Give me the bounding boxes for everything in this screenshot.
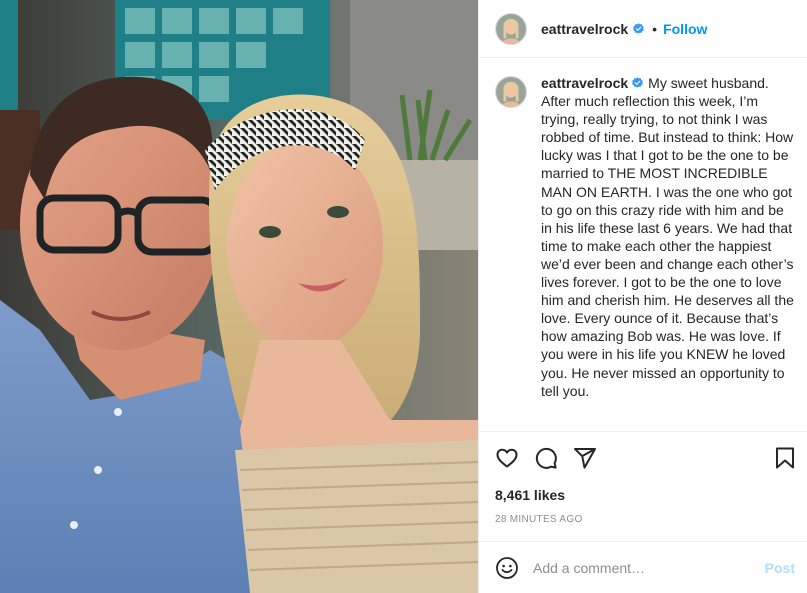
comment-input[interactable] <box>533 559 765 576</box>
header-separator: • <box>652 20 658 37</box>
caption-section: eattravelrock My sweet husband. After muc… <box>479 58 807 432</box>
caption-username[interactable]: eattravelrock <box>541 75 628 91</box>
verified-badge-icon <box>632 22 645 35</box>
avatar[interactable] <box>495 12 527 45</box>
post-photo[interactable] <box>0 0 478 593</box>
header-username[interactable]: eattravelrock <box>541 21 628 37</box>
follow-button[interactable]: Follow <box>663 21 707 37</box>
share-icon[interactable] <box>573 446 597 470</box>
post-timestamp[interactable]: 28 MINUTES AGO <box>479 513 807 527</box>
instagram-post: eattravelrock • Follow eattravelrock My s… <box>0 0 807 593</box>
comment-icon[interactable] <box>534 446 558 470</box>
verified-badge-icon <box>631 76 644 89</box>
action-bar <box>479 432 807 484</box>
post-details-panel: eattravelrock • Follow eattravelrock My s… <box>478 0 807 593</box>
emoji-icon[interactable] <box>495 556 519 580</box>
likes-count[interactable]: 8,461 likes <box>479 485 807 505</box>
post-header: eattravelrock • Follow <box>479 0 807 58</box>
caption-text: My sweet husband. After much reflection … <box>541 75 794 399</box>
caption-text-block: eattravelrock My sweet husband. After muc… <box>541 74 795 431</box>
selfie-image <box>0 0 478 593</box>
caption-avatar[interactable] <box>495 76 527 108</box>
post-comment-button[interactable]: Post <box>765 560 795 576</box>
bookmark-icon[interactable] <box>773 446 797 470</box>
comment-bar: Post <box>479 541 807 593</box>
heart-icon[interactable] <box>495 446 519 470</box>
